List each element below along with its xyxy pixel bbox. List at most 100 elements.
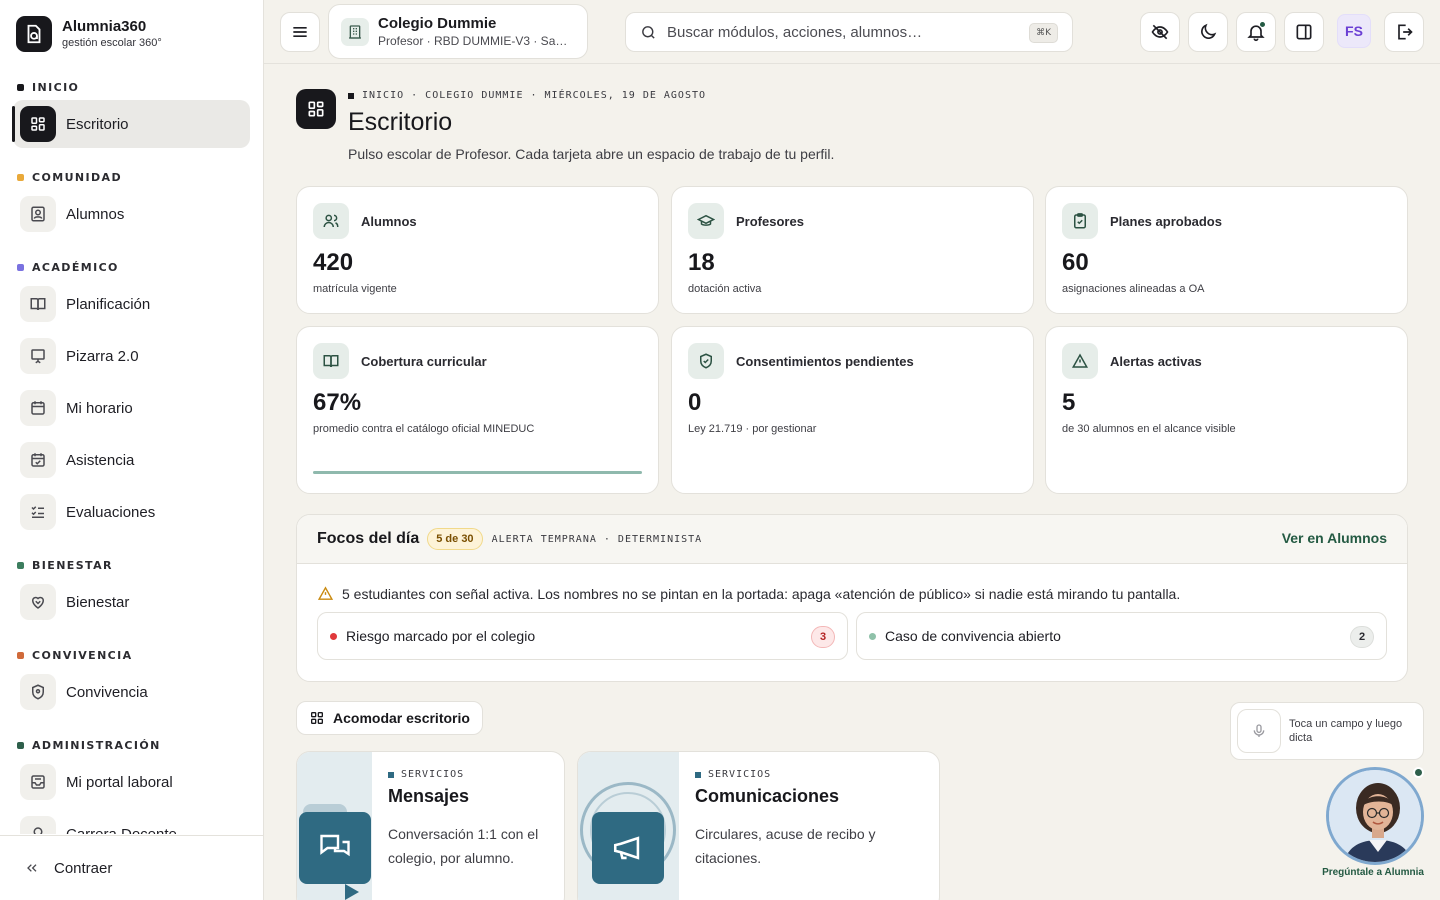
- assistant-label: Pregúntale a Alumnia: [1322, 867, 1424, 878]
- school-name: Colegio Dummie: [378, 15, 497, 32]
- stat-value: 18: [688, 249, 715, 276]
- section-inicio: INICIO: [17, 76, 263, 98]
- notifications-button[interactable]: [1236, 12, 1276, 52]
- book-open-icon: [313, 343, 349, 379]
- brand-logo-icon: [16, 16, 52, 52]
- users-icon: [313, 203, 349, 239]
- stat-card-consentimientos[interactable]: Consentimientos pendientes 0 Ley 21.719 …: [671, 326, 1034, 494]
- focos-pill-riesgo[interactable]: Riesgo marcado por el colegio 3: [317, 612, 848, 660]
- stat-card-alertas-activas[interactable]: Alertas activas 5 de 30 alumnos en el al…: [1045, 326, 1408, 494]
- search-input[interactable]: [667, 23, 1027, 41]
- focos-title: Focos del día: [317, 530, 420, 547]
- sidebar-item-mi-horario[interactable]: Mi horario: [13, 384, 250, 432]
- privacy-toggle-button[interactable]: [1140, 12, 1180, 52]
- sidebar-item-bienestar[interactable]: Bienestar: [13, 578, 250, 626]
- section-administracion: ADMINISTRACIÓN: [17, 734, 263, 756]
- sidebar-item-label: Mi horario: [66, 399, 133, 417]
- search-shortcut: ⌘K: [1029, 23, 1058, 43]
- stat-value: 5: [1062, 389, 1076, 416]
- assistant-avatar[interactable]: [1326, 767, 1424, 865]
- stat-card-planes-aprobados[interactable]: Planes aprobados 60 asignaciones alinead…: [1045, 186, 1408, 314]
- moon-icon: [1198, 22, 1218, 42]
- menu-button[interactable]: [280, 12, 320, 52]
- sidebar-item-carrera-docente[interactable]: Carrera Docente: [13, 810, 250, 834]
- stat-note: matrícula vigente: [313, 283, 397, 295]
- pill-label: Riesgo marcado por el colegio: [346, 628, 536, 644]
- warning-icon: [1062, 343, 1098, 379]
- brand[interactable]: Alumnia360 gestión escolar 360°: [16, 16, 162, 52]
- sidebar-item-convivencia[interactable]: Convivencia: [13, 668, 250, 716]
- module-card-mensajes[interactable]: SERVICIOS Mensajes Conversación 1:1 con …: [296, 751, 565, 900]
- stat-card-alumnos[interactable]: Alumnos 420 matrícula vigente: [296, 186, 659, 314]
- stat-card-profesores[interactable]: Profesores 18 dotación activa: [671, 186, 1034, 314]
- school-subtitle: Profesor · RBD DUMMIE-V3 · Santiago: [378, 34, 573, 48]
- sidebar-item-label: Escritorio: [66, 115, 129, 133]
- pill-count: 2: [1350, 626, 1374, 648]
- user-avatar[interactable]: FS: [1337, 14, 1371, 48]
- stat-card-cobertura-curricular[interactable]: Cobertura curricular 67% promedio contra…: [296, 326, 659, 494]
- stat-value: 60: [1062, 249, 1089, 276]
- sidebar-item-pizarra[interactable]: Pizarra 2.0: [13, 332, 250, 380]
- stat-label: Alumnos: [361, 213, 417, 229]
- sidebar-panel-icon: [1294, 22, 1314, 42]
- stat-note: dotación activa: [688, 283, 762, 295]
- stat-label: Profesores: [736, 213, 804, 229]
- sidebar-item-planificacion[interactable]: Planificación: [13, 280, 250, 328]
- search-icon: [640, 24, 657, 41]
- stat-value: 67%: [313, 389, 362, 416]
- microphone-icon[interactable]: [1237, 709, 1281, 753]
- sidebar-item-label: Evaluaciones: [66, 503, 156, 521]
- focos-tag: ALERTA TEMPRANA · DETERMINISTA: [491, 533, 703, 545]
- dictation-widget[interactable]: Toca un campo y luego dicta: [1230, 702, 1424, 760]
- arrange-label: Acomodar escritorio: [333, 710, 470, 726]
- sidebar-nav: INICIO Escritorio COMUNIDAD Alumnos ACAD…: [0, 76, 263, 834]
- sidebar-item-label: Convivencia: [66, 683, 148, 701]
- calendar-check-icon: [20, 442, 56, 478]
- eye-off-icon: [1150, 22, 1170, 42]
- sidebar-item-label: Planificación: [66, 295, 151, 313]
- warning-icon: [317, 585, 334, 602]
- coverage-progress-fill: [313, 471, 642, 474]
- topbar: Colegio Dummie Profesor · RBD DUMMIE-V3 …: [264, 0, 1440, 64]
- focos-count-badge: 5 de 30: [427, 528, 483, 550]
- ver-en-alumnos-link[interactable]: Ver en Alumnos: [1282, 530, 1387, 546]
- sidebar-item-escritorio[interactable]: Escritorio: [12, 100, 250, 148]
- sidebar-item-evaluaciones[interactable]: Evaluaciones: [13, 488, 250, 536]
- sidebar-item-asistencia[interactable]: Asistencia: [13, 436, 250, 484]
- module-kicker: SERVICIOS: [695, 769, 771, 780]
- brand-tagline: gestión escolar 360°: [62, 37, 162, 49]
- dark-mode-button[interactable]: [1188, 12, 1228, 52]
- logout-icon: [1394, 22, 1414, 42]
- arrange-desktop-button[interactable]: Acomodar escritorio: [296, 701, 483, 735]
- graduation-cap-icon: [688, 203, 724, 239]
- module-card-comunicaciones[interactable]: SERVICIOS Comunicaciones Circulares, acu…: [577, 751, 940, 900]
- page-title: Escritorio: [348, 108, 453, 136]
- inbox-icon: [20, 764, 56, 800]
- sidebar-item-label: Bienestar: [66, 593, 130, 611]
- module-kicker: SERVICIOS: [388, 769, 464, 780]
- section-convivencia: CONVIVENCIA: [17, 644, 263, 666]
- pill-count: 3: [811, 626, 835, 648]
- chevrons-left-icon: [24, 860, 40, 876]
- page-subtitle: Pulso escolar de Profesor. Cada tarjeta …: [348, 146, 835, 162]
- status-dot: [869, 632, 876, 640]
- building-icon: [341, 17, 369, 46]
- collapse-sidebar-button[interactable]: Contraer: [0, 835, 263, 900]
- stat-note: Ley 21.719 · por gestionar: [688, 423, 817, 435]
- focos-pill-convivencia[interactable]: Caso de convivencia abierto 2: [856, 612, 1387, 660]
- sidebar-item-alumnos[interactable]: Alumnos: [13, 190, 250, 238]
- stat-label: Alertas activas: [1110, 353, 1202, 369]
- main-content: INICIO · COLEGIO DUMMIE · MIÉRCOLES, 19 …: [264, 65, 1440, 900]
- sidebar-item-mi-portal-laboral[interactable]: Mi portal laboral: [13, 758, 250, 806]
- checklist-icon: [20, 494, 56, 530]
- sidebar-item-label: Alumnos: [66, 205, 125, 223]
- toggle-panel-button[interactable]: [1284, 12, 1324, 52]
- logout-button[interactable]: [1384, 12, 1424, 52]
- search-bar[interactable]: ⌘K: [625, 12, 1073, 52]
- heart-hands-icon: [20, 584, 56, 620]
- status-dot: [330, 632, 337, 640]
- school-switcher[interactable]: Colegio Dummie Profesor · RBD DUMMIE-V3 …: [328, 4, 588, 59]
- calendar-icon: [20, 390, 56, 426]
- section-bienestar: BIENESTAR: [17, 554, 263, 576]
- focos-panel: Focos del día 5 de 30 ALERTA TEMPRANA · …: [296, 514, 1408, 682]
